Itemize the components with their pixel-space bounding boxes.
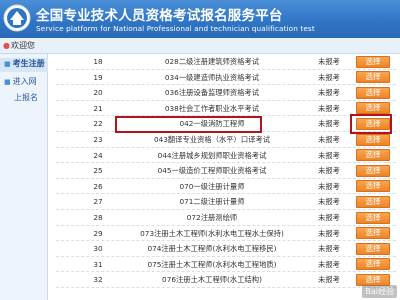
table-row: 28 072注册测绘师 未报考 选择 [56,210,396,226]
exam-name: 073注册土木工程师(水利水电工程水土保持) [140,228,284,238]
row-number: 25 [93,166,103,176]
exam-name: 036注册设备监理师资格考试 [164,88,260,98]
exam-status: 未报考 [318,135,340,144]
watermark: Bai经验 [362,285,397,298]
row-number: 32 [93,275,103,285]
sidebar-item-apply[interactable]: 上报名 [0,92,48,106]
row-number: 29 [93,228,103,238]
exam-status: 未报考 [318,103,340,113]
table-row: 24 044注册城乡规划师职业资格考试 未报考 选择 [56,148,396,164]
sidebar-item-enter[interactable]: ■ 进入网 [0,76,48,90]
exam-name: 044注册城乡规划师职业资格考试 [157,150,267,160]
table-row: 30 074注册土木工程师(水利水电工程移民) 未报考 选择 [56,241,396,257]
exam-status: 未报考 [318,181,340,191]
welcome-label: 欢迎您 [10,41,35,50]
select-button[interactable]: 选择 [356,211,390,224]
exam-status: 未报考 [318,166,340,176]
row-number: 30 [93,244,103,254]
exam-name: 074注册土木工程师(水利水电工程移民) [147,244,277,254]
logo-icon [3,4,31,32]
sidebar-item-label: 进入网 [12,77,37,86]
table-row: 25 045一级造价工程师职业资格考试 未报考 选择 [56,163,396,179]
select-button[interactable]: 选择 [356,102,390,115]
site-title: 全国专业技术人员资格考试报名服务平台 [36,8,283,24]
row-number: 20 [93,88,103,98]
bullet-icon: ■ [4,60,11,68]
exam-name: 075注册土木工程师(水利水电工程地质) [147,259,277,269]
row-number: 21 [93,103,103,113]
row-number: 18 [93,57,103,66]
exam-status: 未报考 [318,244,340,254]
row-number: 28 [93,213,103,222]
exam-status: 未报考 [318,259,340,269]
select-button[interactable]: 选择 [356,180,390,193]
exam-status: 未报考 [318,119,340,129]
exam-name: 072注册测绘师 [186,213,238,222]
select-button[interactable]: 选择 [356,195,390,208]
select-button[interactable]: 选择 [356,164,390,177]
row-number: 24 [93,150,103,160]
table-row: 27 071二级注册计量师 未报考 选择 [56,194,396,210]
exam-status: 未报考 [318,72,340,82]
select-button[interactable]: 选择 [356,227,390,240]
select-button[interactable]: 选择 [356,242,390,255]
welcome-bar: ●欢迎您 [0,38,400,54]
exam-name: 045一级造价工程师职业资格考试 [157,166,267,176]
header: 全国专业技术人员资格考试报名服务平台 Service platform for … [0,0,400,38]
row-number: 19 [93,72,103,82]
select-button[interactable]: 选择 [356,86,390,99]
bullet-icon: ■ [4,78,11,86]
exam-status: 未报考 [318,150,340,160]
exam-name: 076注册土木工程师(水工结构) [162,275,262,285]
select-button[interactable]: 选择 [356,55,390,68]
table-row: 29 073注册土木工程师(水利水电工程水土保持) 未报考 选择 [56,226,396,242]
row-number: 23 [93,135,103,144]
site-subtitle: Service platform for National Profession… [36,24,315,33]
table-row: 18 028二级注册建筑师资格考试 未报考 选择 [56,54,396,70]
select-button[interactable]: 选择 [356,258,390,271]
row-number: 22 [93,119,103,129]
table-row: 19 034一级建造师执业资格考试 未报考 选择 [56,70,396,86]
sidebar-item-register[interactable]: ■ 考生注册 [0,58,48,72]
user-icon: ● [3,41,10,50]
select-button[interactable]: 选择 [356,71,390,84]
select-button[interactable]: 选择 [356,149,390,162]
exam-status: 未报考 [318,197,340,207]
highlight-box-exam-name [115,116,262,133]
exam-status: 未报考 [318,213,340,222]
table-row: 21 038社会工作者职业水平考试 未报考 选择 [56,101,396,117]
exam-status: 未报考 [318,57,340,66]
select-button[interactable]: 选择 [356,133,390,146]
exam-name: 071二级注册计量师 [179,197,245,207]
exam-name: 070一级注册计量师 [179,181,245,191]
table-row: 23 043翻译专业资格（水平）口译考试 未报考 选择 [56,132,396,148]
sidebar-item-label: 考生注册 [12,59,45,68]
row-number: 31 [93,259,103,269]
exam-status: 未报考 [318,228,340,238]
sidebar: ■ 考生注册 ■ 进入网 上报名 [0,54,48,300]
row-number: 27 [93,197,103,207]
welcome-text: ●欢迎您 [3,40,35,51]
exam-name: 034一级建造师执业资格考试 [164,72,260,82]
sidebar-item-label: 上报名 [14,93,38,102]
table-row: 20 036注册设备监理师资格考试 未报考 选择 [56,85,396,101]
exam-name: 043翻译专业资格（水平）口译考试 [153,135,271,144]
table-row: 26 070一级注册计量师 未报考 选择 [56,179,396,195]
highlight-box-select-button [350,114,392,134]
exam-name: 038社会工作者职业水平考试 [164,103,260,113]
exam-table: 18 028二级注册建筑师资格考试 未报考 选择 19 034一级建造师执业资格… [56,54,396,300]
row-number: 26 [93,181,103,191]
exam-status: 未报考 [318,275,340,285]
exam-status: 未报考 [318,88,340,98]
table-row: 32 076注册土木工程师(水工结构) 未报考 选择 [56,272,396,288]
exam-name: 028二级注册建筑师资格考试 [164,57,260,66]
table-row: 31 075注册土木工程师(水利水电工程地质) 未报考 选择 [56,257,396,273]
